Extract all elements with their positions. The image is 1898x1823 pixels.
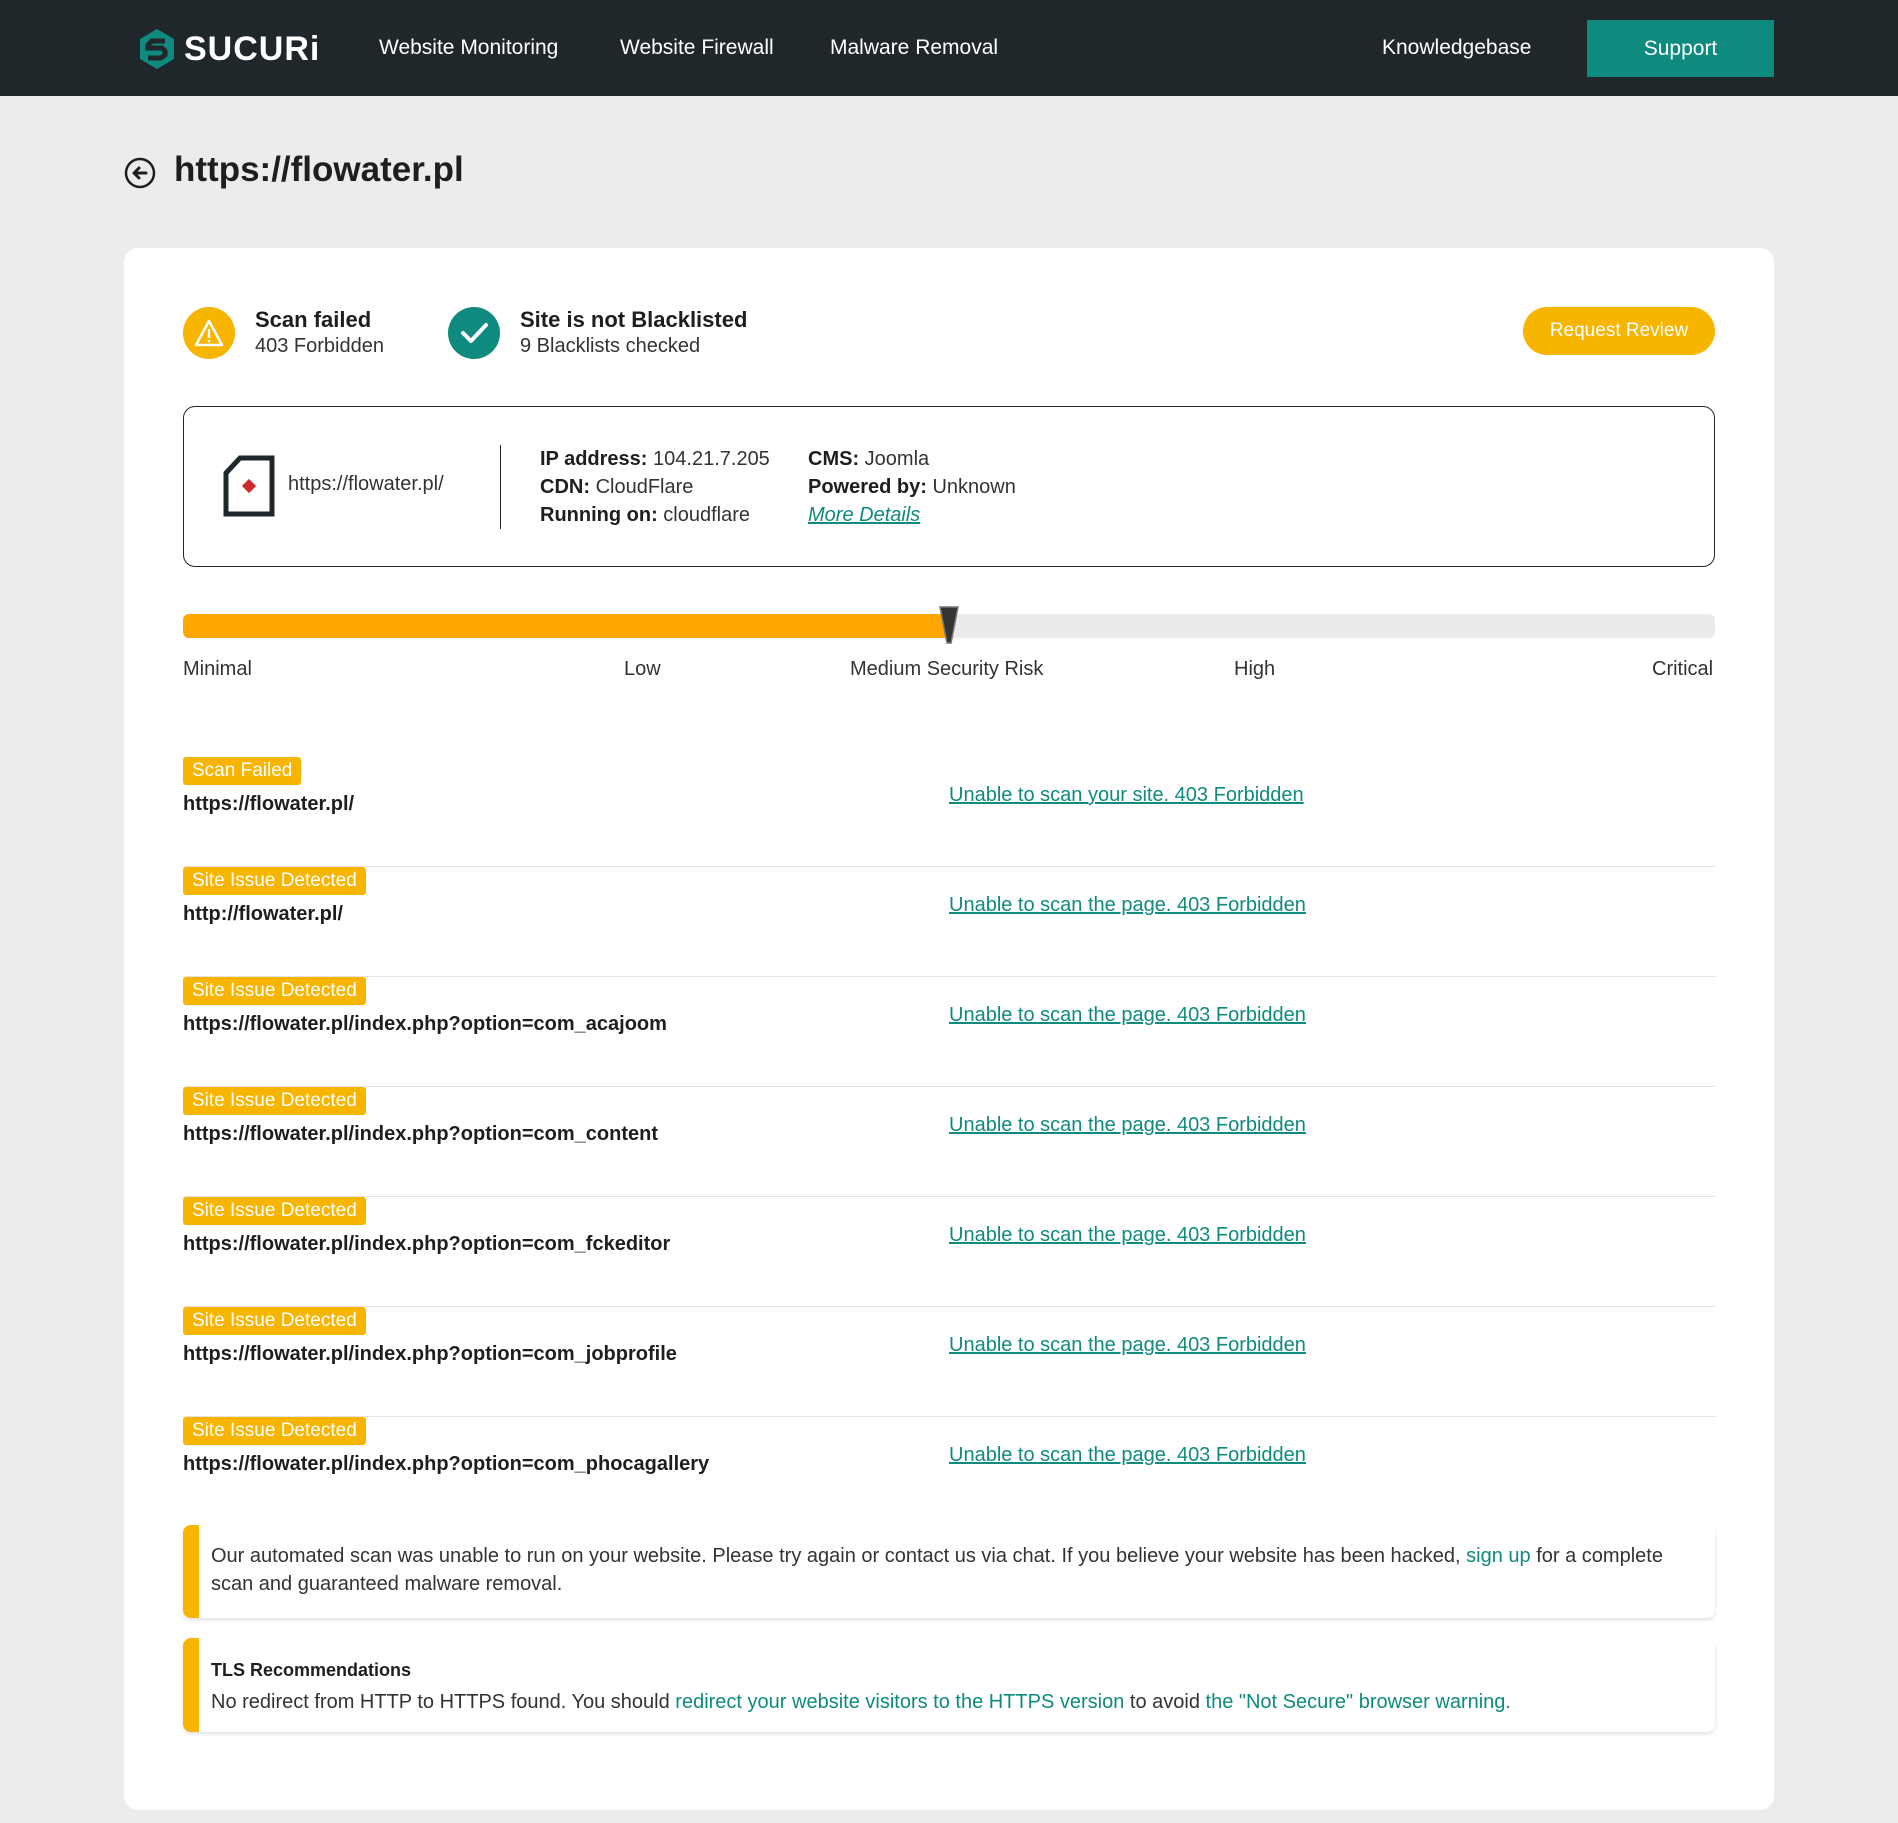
powered-value: Unknown [932, 476, 1016, 498]
tls-text: No redirect from HTTP to HTTPS found. Yo… [211, 1691, 670, 1713]
support-button[interactable]: Support [1587, 20, 1774, 77]
back-arrow-icon[interactable] [124, 157, 156, 189]
risk-label-critical: Critical [1652, 658, 1714, 680]
result-message-link[interactable]: Unable to scan the page. 403 Forbidden [949, 894, 1306, 917]
nav-malware-removal[interactable]: Malware Removal [830, 36, 998, 60]
running-label: Running on: [540, 504, 658, 526]
redirect-https-link[interactable]: redirect your website visitors to the HT… [675, 1691, 1124, 1713]
status-badge: Site Issue Detected [183, 1417, 366, 1445]
sucuri-logo[interactable]: SUCURi [138, 28, 320, 70]
check-icon [448, 307, 500, 359]
risk-label-medium: Medium Security Risk [850, 658, 1044, 680]
page-title: https://flowater.pl [174, 150, 464, 189]
cdn-label: CDN: [540, 476, 590, 498]
powered-label: Powered by: [808, 476, 927, 498]
site-info-box: https://flowater.pl/ IP address: 104.21.… [183, 406, 1715, 567]
scan-status: Scan failed 403 Forbidden [183, 307, 384, 359]
status-badge: Site Issue Detected [183, 1087, 366, 1115]
scan-result-card: Scan failed 403 Forbidden Site is not Bl… [124, 248, 1774, 1810]
blacklist-status-detail: 9 Blacklists checked [520, 335, 701, 357]
running-value: cloudflare [663, 504, 751, 526]
info-divider [500, 445, 501, 529]
result-message-link[interactable]: Unable to scan the page. 403 Forbidden [949, 1114, 1306, 1137]
risk-label-low: Low [624, 658, 661, 680]
risk-label-high: High [1234, 658, 1276, 680]
more-details-link[interactable]: More Details [808, 504, 920, 526]
result-url: https://flowater.pl/index.php?option=com… [183, 1453, 710, 1475]
result-message-link[interactable]: Unable to scan the page. 403 Forbidden [949, 1224, 1306, 1247]
result-row: Site Issue Detected https://flowater.pl/… [183, 1307, 1715, 1417]
nav-knowledgebase[interactable]: Knowledgebase [1382, 36, 1531, 60]
notice-text: Our automated scan was unable to run on … [211, 1545, 1461, 1567]
risk-marker-icon [939, 606, 959, 644]
status-badge: Site Issue Detected [183, 1307, 366, 1335]
result-row: Site Issue Detected https://flowater.pl/… [183, 977, 1715, 1087]
top-nav: SUCURi Website Monitoring Website Firewa… [0, 0, 1898, 96]
sign-up-link[interactable]: sign up [1466, 1545, 1531, 1567]
result-message-link[interactable]: Unable to scan the page. 403 Forbidden [949, 1444, 1306, 1467]
ip-label: IP address: [540, 448, 648, 470]
result-message-link[interactable]: Unable to scan the page. 403 Forbidden [949, 1334, 1306, 1357]
network-info: IP address: 104.21.7.205 CDN: CloudFlare… [540, 445, 770, 529]
result-row: Site Issue Detected https://flowater.pl/… [183, 1197, 1715, 1307]
result-row: Site Issue Detected https://flowater.pl/… [183, 1087, 1715, 1197]
result-url: https://flowater.pl/index.php?option=com… [183, 1343, 677, 1365]
result-row: Site Issue Detected http://flowater.pl/ … [183, 867, 1715, 977]
tls-recommendations-notice: TLS Recommendations No redirect from HTT… [183, 1638, 1715, 1732]
cms-info: CMS: Joomla Powered by: Unknown More Det… [808, 445, 1016, 529]
nav-website-firewall[interactable]: Website Firewall [620, 36, 774, 60]
website-document-icon [223, 455, 275, 517]
result-url: http://flowater.pl/ [183, 903, 343, 925]
result-url: https://flowater.pl/index.php?option=com… [183, 1123, 658, 1145]
status-badge: Site Issue Detected [183, 977, 366, 1005]
scan-status-detail: 403 Forbidden [255, 335, 384, 357]
sucuri-logo-icon [140, 29, 174, 69]
tls-text-mid: to avoid [1129, 1691, 1200, 1713]
result-message-link[interactable]: Unable to scan your site. 403 Forbidden [949, 784, 1304, 807]
result-row: Scan Failed https://flowater.pl/ Unable … [183, 757, 1715, 867]
site-url: https://flowater.pl/ [288, 473, 444, 495]
scan-failed-notice: Our automated scan was unable to run on … [183, 1525, 1715, 1618]
result-url: https://flowater.pl/index.php?option=com… [183, 1233, 671, 1255]
not-secure-warning-link[interactable]: the "Not Secure" browser warning. [1206, 1691, 1511, 1713]
cdn-value: CloudFlare [595, 476, 694, 498]
request-review-button[interactable]: Request Review [1523, 307, 1715, 355]
blacklist-status: Site is not Blacklisted 9 Blacklists che… [448, 307, 747, 359]
result-row: Site Issue Detected https://flowater.pl/… [183, 1417, 1715, 1527]
scan-status-title: Scan failed [255, 307, 372, 332]
result-url: https://flowater.pl/index.php?option=com… [183, 1013, 667, 1035]
cms-label: CMS: [808, 448, 860, 470]
tls-title: TLS Recommendations [211, 1660, 412, 1680]
blacklist-status-title: Site is not Blacklisted [520, 307, 748, 332]
cms-value: Joomla [864, 448, 930, 470]
result-url: https://flowater.pl/ [183, 793, 355, 815]
ip-value: 104.21.7.205 [653, 448, 770, 470]
risk-label-minimal: Minimal [183, 658, 252, 680]
status-badge: Site Issue Detected [183, 1197, 366, 1225]
status-badge: Site Issue Detected [183, 867, 366, 895]
brand-name: SUCURi [184, 29, 321, 68]
nav-website-monitoring[interactable]: Website Monitoring [379, 36, 558, 60]
risk-meter-fill [183, 614, 949, 638]
result-message-link[interactable]: Unable to scan the page. 403 Forbidden [949, 1004, 1306, 1027]
warning-icon [183, 307, 235, 359]
status-badge: Scan Failed [183, 757, 302, 785]
